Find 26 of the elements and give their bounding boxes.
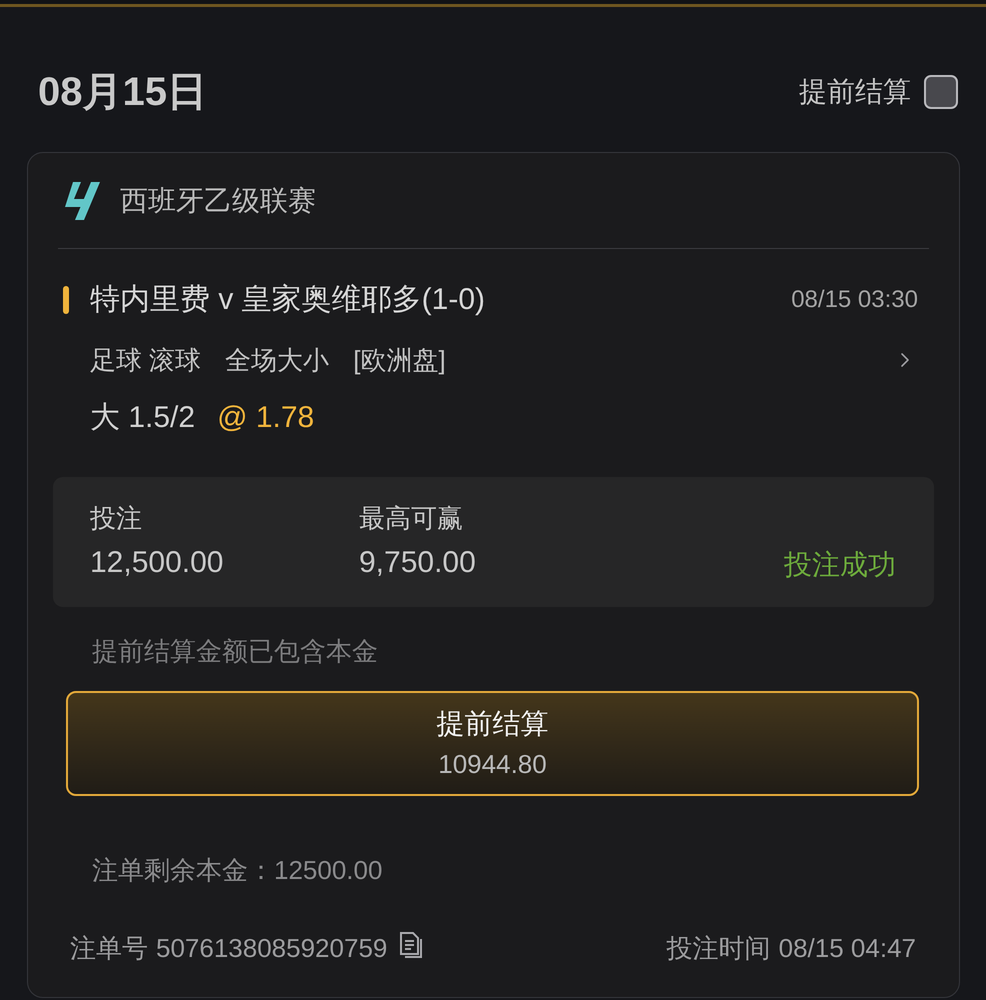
accent-bar-icon [63, 286, 69, 314]
cashout-note: 提前结算金额已包含本金 [92, 635, 378, 668]
match-time: 08/15 03:30 [791, 285, 918, 315]
remaining-principal: 注单剩余本金：12500.00 [92, 854, 382, 887]
league-logo-icon [62, 181, 102, 221]
document-icon[interactable] [399, 931, 424, 959]
date-heading: 08月15日 [38, 69, 207, 116]
stat-value: 12,500.00 [90, 545, 224, 581]
league-name: 西班牙乙级联赛 [120, 184, 316, 218]
bet-status: 投注成功 [784, 548, 896, 582]
stat-label: 最高可赢 [359, 502, 463, 535]
bet-time-label: 投注时间 [666, 932, 771, 965]
bet-number-label: 注单号 [70, 932, 148, 965]
early-settle-checkbox[interactable] [924, 75, 958, 109]
bet-time-value: 08/15 04:47 [778, 932, 916, 965]
early-settle-label: 提前结算 [799, 75, 911, 109]
stat-label: 投注 [90, 502, 142, 535]
match-title: 特内里费 v 皇家奥维耶多(1-0) [90, 282, 486, 318]
stat-value: 9,750.00 [359, 545, 476, 581]
cashout-button[interactable]: 提前结算 10944.80 [66, 691, 919, 796]
bet-number-value: 5076138085920759 [156, 932, 388, 965]
market-label: 全场大小 [225, 344, 330, 377]
selection-pick: 大 1.5/2 [90, 400, 196, 436]
market-label: [欧洲盘] [353, 344, 446, 377]
selection-odds: @ 1.78 [217, 400, 314, 436]
market-label: 足球 滚球 [90, 344, 202, 377]
